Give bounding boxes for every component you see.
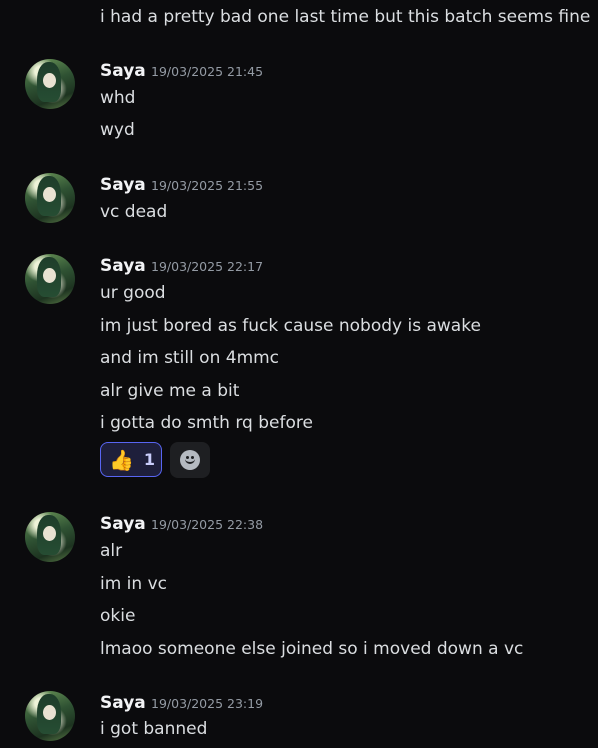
message-text: i had a pretty bad one last time but thi… <box>100 7 591 27</box>
message-text: ur good <box>100 283 166 303</box>
timestamp: 19/03/2025 23:19 <box>151 696 264 711</box>
username[interactable]: Saya <box>100 691 146 715</box>
message-text: alr <box>100 541 123 561</box>
thumbs-up-icon: 👍 <box>109 447 134 472</box>
message-text: vc dead <box>100 202 168 222</box>
reaction-count: 1 <box>143 450 156 469</box>
timestamp: 19/03/2025 22:17 <box>151 259 264 274</box>
username[interactable]: Saya <box>100 173 146 197</box>
timestamp: 19/03/2025 21:55 <box>151 178 264 193</box>
message-text: and im still on 4mmc <box>100 348 280 368</box>
avatar[interactable] <box>25 59 75 109</box>
username[interactable]: Saya <box>100 254 146 278</box>
username[interactable]: Saya <box>100 512 146 536</box>
message-text: i got banned <box>100 719 208 739</box>
timestamp: 19/03/2025 22:38 <box>151 517 264 532</box>
avatar[interactable] <box>25 691 75 741</box>
message-text: lmaoo someone else joined so i moved dow… <box>100 639 524 659</box>
username[interactable]: Saya <box>100 59 146 83</box>
message-text: im in vc <box>100 574 167 594</box>
message-text: wyd <box>100 120 135 140</box>
message-text: i gotta do smth rq before <box>100 413 313 433</box>
avatar[interactable] <box>25 512 75 562</box>
message-text: whd <box>100 88 136 108</box>
message-text: im just bored as fuck cause nobody is aw… <box>100 316 481 336</box>
reaction-thumbs-up[interactable]: 👍 1 <box>100 442 162 477</box>
message-text: alr give me a bit <box>100 381 240 401</box>
message-text: okie <box>100 606 136 626</box>
avatar[interactable] <box>25 254 75 304</box>
smile-icon <box>180 450 200 470</box>
avatar[interactable] <box>25 173 75 223</box>
add-reaction-button[interactable] <box>170 442 210 478</box>
timestamp: 19/03/2025 21:45 <box>151 64 264 79</box>
